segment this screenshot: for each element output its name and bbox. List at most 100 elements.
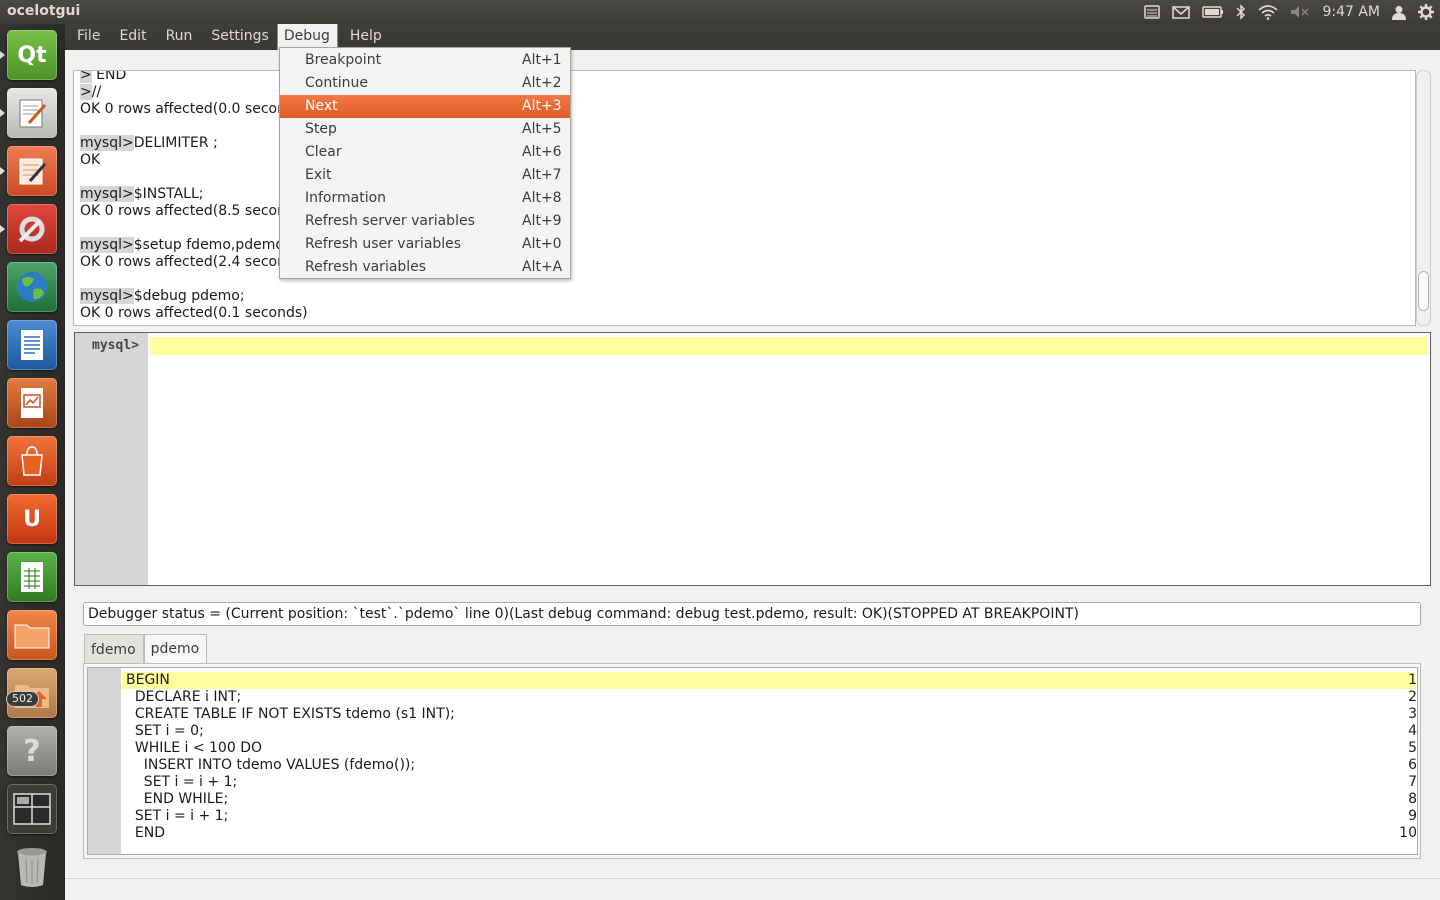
debugger-status: Debugger status = (Current position: `te…	[83, 602, 1421, 626]
debug-code-panel: 1 2 3 4 5 6 7 8 9 10 BEGIN DECLARE i INT…	[83, 663, 1421, 859]
code-line[interactable]: INSERT INTO tdemo VALUES (fdemo());	[126, 757, 415, 774]
writer-icon	[21, 330, 43, 360]
shortcut: Alt+7	[522, 167, 562, 183]
menu-item-refresh-user-variables[interactable]: Refresh user variables Alt+0	[280, 233, 570, 256]
menu-file[interactable]: File	[65, 24, 108, 50]
launcher-workspaces[interactable]	[7, 784, 57, 834]
shortcut: Alt+8	[522, 190, 562, 206]
code-line[interactable]: CREATE TABLE IF NOT EXISTS tdemo (s1 INT…	[126, 706, 455, 723]
code-line[interactable]: END WHILE;	[126, 791, 228, 808]
menu-item-refresh-variables[interactable]: Refresh variables Alt+A	[280, 256, 570, 279]
text-editor-icon	[19, 99, 47, 128]
line-number: 2	[1408, 689, 1417, 705]
shortcut: Alt+9	[522, 213, 562, 229]
qt-icon: Qt	[17, 42, 47, 68]
clock[interactable]: 9:47 AM	[1322, 0, 1380, 24]
menu-edit[interactable]: Edit	[107, 24, 154, 50]
settings-gear-icon[interactable]	[1418, 0, 1434, 24]
shortcut: Alt+3	[522, 98, 562, 114]
menu-item-clear[interactable]: Clear Alt+6	[280, 141, 570, 164]
code-line[interactable]: SET i = i + 1;	[126, 808, 228, 825]
mail-icon[interactable]	[1172, 0, 1191, 24]
statement-editor[interactable]: mysql>	[74, 332, 1431, 586]
launcher-qt-creator[interactable]: Qt	[7, 30, 57, 80]
shortcut: Alt+2	[522, 75, 562, 91]
current-line-highlight	[122, 672, 1415, 689]
menu-item-breakpoint[interactable]: Breakpoint Alt+1	[280, 49, 570, 72]
launcher-notepad[interactable]	[7, 146, 57, 196]
running-indicator	[0, 51, 5, 59]
history-line: mysql>$debug pdemo;	[80, 288, 245, 304]
launcher-web-browser[interactable]	[7, 262, 57, 312]
line-number: 5	[1408, 740, 1417, 756]
tab-fdemo[interactable]: fdemo	[84, 634, 144, 664]
menu-item-continue[interactable]: Continue Alt+2	[280, 72, 570, 95]
shortcut: Alt+1	[522, 52, 562, 68]
battery-icon[interactable]	[1202, 0, 1224, 24]
code-line[interactable]: BEGIN	[126, 672, 170, 689]
volume-muted-icon[interactable]	[1290, 0, 1310, 24]
launcher-system-settings[interactable]	[7, 204, 57, 254]
menu-run[interactable]: Run	[154, 24, 201, 50]
debug-menu-dropdown: Breakpoint Alt+1 Continue Alt+2 Next Alt+3 …	[279, 47, 571, 279]
line-number: 3	[1408, 706, 1417, 722]
bluetooth-icon[interactable]	[1236, 0, 1246, 24]
workspace-switcher-icon	[13, 793, 51, 825]
launcher-help[interactable]: ?	[7, 726, 57, 776]
scrollbar-thumb[interactable]	[1418, 271, 1429, 311]
code-line[interactable]: SET i = i + 1;	[126, 774, 237, 791]
tab-pdemo[interactable]: pdemo	[143, 634, 208, 665]
line-number: 1	[1408, 672, 1417, 688]
calc-icon	[21, 562, 43, 592]
shortcut: Alt+A	[522, 259, 563, 275]
launcher-software-center[interactable]	[7, 436, 57, 486]
impress-icon	[21, 388, 43, 418]
code-line[interactable]: END	[126, 825, 165, 842]
line-number: 7	[1408, 774, 1417, 790]
shortcut: Alt+5	[522, 121, 562, 137]
launcher-calc[interactable]	[7, 552, 57, 602]
menu-item-next[interactable]: Next Alt+3	[280, 95, 570, 118]
running-indicator	[0, 225, 5, 233]
menu-bar: File Edit Run Settings Debug Help	[65, 24, 1440, 50]
history-pane[interactable]: > END >// OK 0 rows affected(0.0 seconds…	[73, 70, 1416, 326]
shopping-bag-icon	[21, 446, 43, 476]
line-number: 9	[1408, 808, 1417, 824]
debug-tabs: fdemo pdemo	[84, 634, 208, 665]
app-title: ocelotgui	[7, 3, 81, 19]
notification-badge: 502	[6, 691, 39, 707]
user-icon[interactable]	[1392, 0, 1406, 24]
menu-item-refresh-server-variables[interactable]: Refresh server variables Alt+9	[280, 210, 570, 233]
launcher-writer[interactable]	[7, 320, 57, 370]
running-indicator	[0, 109, 5, 117]
history-line: OK 0 rows affected(0.1 seconds)	[80, 305, 308, 321]
launcher-ubuntu-one[interactable]: U	[7, 494, 57, 544]
launcher-trash[interactable]	[7, 842, 57, 892]
code-line[interactable]: DECLARE i INT;	[126, 689, 241, 706]
line-number: 6	[1408, 757, 1417, 773]
indicator-area: 9:47 AM	[1138, 0, 1440, 24]
prompt-gutter: mysql>	[75, 333, 148, 585]
ubuntu-one-icon: U	[23, 506, 41, 532]
line-numbers	[88, 668, 121, 854]
line-number: 4	[1408, 723, 1417, 739]
launcher-impress[interactable]	[7, 378, 57, 428]
menu-item-exit[interactable]: Exit Alt+7	[280, 164, 570, 187]
history-scrollbar[interactable]	[1416, 70, 1431, 326]
code-line[interactable]: SET i = 0;	[126, 723, 204, 740]
launcher: Qt U 502 ?	[0, 24, 65, 900]
code-line[interactable]: WHILE i < 100 DO	[126, 740, 262, 757]
keyboard-icon[interactable]	[1144, 0, 1161, 24]
menu-settings[interactable]: Settings	[199, 24, 276, 50]
menu-item-information[interactable]: Information Alt+8	[280, 187, 570, 210]
menu-item-step[interactable]: Step Alt+5	[280, 118, 570, 141]
notepad-icon	[19, 158, 47, 185]
shortcut: Alt+6	[522, 144, 562, 160]
wifi-icon[interactable]	[1258, 0, 1278, 24]
launcher-files[interactable]	[7, 610, 57, 660]
running-indicator	[0, 167, 5, 175]
globe-icon	[17, 272, 47, 302]
routine-source[interactable]: 1 2 3 4 5 6 7 8 9 10 BEGIN DECLARE i INT…	[87, 667, 1418, 855]
launcher-text-editor[interactable]	[7, 88, 57, 138]
current-edit-line[interactable]	[149, 337, 1427, 355]
